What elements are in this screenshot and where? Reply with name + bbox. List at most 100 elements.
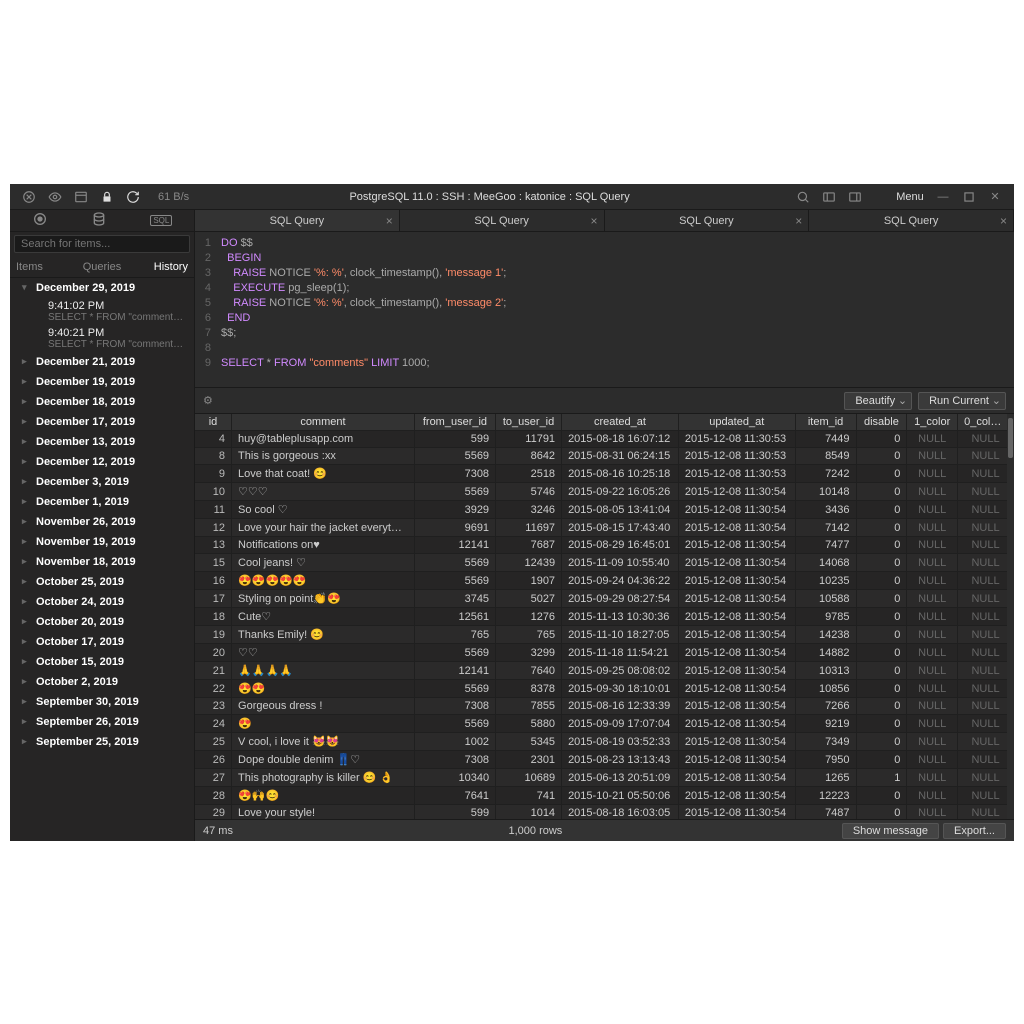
table-cell[interactable]: NULL <box>958 715 1014 733</box>
table-cell[interactable]: 2015-08-23 13:13:43 <box>562 751 679 769</box>
table-cell[interactable]: 2015-12-08 11:30:54 <box>678 644 795 662</box>
table-cell[interactable]: 7449 <box>795 431 856 448</box>
table-cell[interactable]: 5746 <box>496 483 562 501</box>
table-cell[interactable]: Love that coat! 😊 <box>232 465 415 483</box>
menu-label[interactable]: Menu <box>890 184 930 210</box>
table-cell[interactable]: 7855 <box>496 698 562 715</box>
table-cell[interactable]: 3299 <box>496 644 562 662</box>
table-cell[interactable]: 22 <box>195 680 232 698</box>
table-cell[interactable]: 1002 <box>414 733 495 751</box>
eye-icon[interactable] <box>42 184 68 210</box>
table-cell[interactable]: NULL <box>958 608 1014 626</box>
table-cell[interactable]: NULL <box>907 537 958 554</box>
lock-icon[interactable] <box>94 184 120 210</box>
table-cell[interactable]: NULL <box>907 554 958 572</box>
table-cell[interactable]: 2015-08-16 12:33:39 <box>562 698 679 715</box>
table-row[interactable]: 20♡♡556932992015-11-18 11:54:212015-12-0… <box>195 644 1014 662</box>
history-day[interactable]: October 20, 2019 <box>10 612 194 632</box>
panel-right-icon[interactable] <box>842 184 868 210</box>
history-day[interactable]: December 1, 2019 <box>10 492 194 512</box>
table-cell[interactable]: 13 <box>195 537 232 554</box>
layout-icon[interactable] <box>68 184 94 210</box>
table-cell[interactable]: 🙏🙏🙏🙏 <box>232 662 415 680</box>
column-header[interactable]: comment <box>232 414 415 431</box>
table-cell[interactable]: 9691 <box>414 519 495 537</box>
table-cell[interactable]: ♡♡ <box>232 644 415 662</box>
column-header[interactable]: id <box>195 414 232 431</box>
table-cell[interactable]: 21 <box>195 662 232 680</box>
history-day[interactable]: December 19, 2019 <box>10 372 194 392</box>
table-cell[interactable]: This is gorgeous :xx <box>232 448 415 465</box>
close-tab-icon[interactable]: × <box>590 214 597 228</box>
table-row[interactable]: 15Cool jeans! ♡5569124392015-11-09 10:55… <box>195 554 1014 572</box>
table-cell[interactable]: Dope double denim 👖♡ <box>232 751 415 769</box>
table-cell[interactable]: 😍🙌😊 <box>232 787 415 805</box>
table-cell[interactable]: 19 <box>195 626 232 644</box>
table-cell[interactable]: Styling on point👏😍 <box>232 590 415 608</box>
table-cell[interactable]: 0 <box>856 644 907 662</box>
table-cell[interactable]: 5569 <box>414 680 495 698</box>
table-cell[interactable]: 😍😍 <box>232 680 415 698</box>
table-cell[interactable]: 7308 <box>414 465 495 483</box>
query-tab[interactable]: SQL Query× <box>809 210 1014 231</box>
table-cell[interactable]: 5569 <box>414 554 495 572</box>
table-cell[interactable]: NULL <box>907 805 958 820</box>
history-day[interactable]: October 2, 2019 <box>10 672 194 692</box>
history-item[interactable]: 9:40:21 PMSELECT * FROM "comments" LIMIT <box>10 325 194 352</box>
table-cell[interactable]: huy@tableplusapp.com <box>232 431 415 448</box>
table-cell[interactable]: NULL <box>958 644 1014 662</box>
table-row[interactable]: 10♡♡♡556957462015-09-22 16:05:262015-12-… <box>195 483 1014 501</box>
table-cell[interactable]: NULL <box>958 572 1014 590</box>
table-cell[interactable]: 12141 <box>414 662 495 680</box>
table-cell[interactable]: NULL <box>907 626 958 644</box>
table-cell[interactable]: 2015-11-10 18:27:05 <box>562 626 679 644</box>
table-cell[interactable]: 😍 <box>232 715 415 733</box>
sql-icon[interactable]: SQL <box>150 215 172 226</box>
table-cell[interactable]: 0 <box>856 448 907 465</box>
table-cell[interactable]: 2301 <box>496 751 562 769</box>
table-cell[interactable]: 2015-09-09 17:07:04 <box>562 715 679 733</box>
table-cell[interactable]: 10148 <box>795 483 856 501</box>
table-cell[interactable]: NULL <box>907 483 958 501</box>
table-cell[interactable]: 2015-08-05 13:41:04 <box>562 501 679 519</box>
table-cell[interactable]: NULL <box>907 465 958 483</box>
table-cell[interactable]: 5569 <box>414 448 495 465</box>
table-cell[interactable]: 0 <box>856 751 907 769</box>
table-cell[interactable]: This photography is killer 😊 👌 <box>232 769 415 787</box>
query-tab[interactable]: SQL Query× <box>400 210 605 231</box>
table-cell[interactable]: 17 <box>195 590 232 608</box>
table-cell[interactable]: 5569 <box>414 715 495 733</box>
table-cell[interactable]: 5569 <box>414 572 495 590</box>
table-cell[interactable]: V cool, i love it 😻😻 <box>232 733 415 751</box>
table-row[interactable]: 29Love your style!59910142015-08-18 16:0… <box>195 805 1014 820</box>
table-cell[interactable]: 24 <box>195 715 232 733</box>
table-cell[interactable]: Thanks Emily! 😊 <box>232 626 415 644</box>
table-cell[interactable]: 2015-12-08 11:30:54 <box>678 698 795 715</box>
table-cell[interactable]: NULL <box>907 572 958 590</box>
table-row[interactable]: 16😍😍😍😍😍556919072015-09-24 04:36:222015-1… <box>195 572 1014 590</box>
history-day[interactable]: December 17, 2019 <box>10 412 194 432</box>
table-cell[interactable]: 7142 <box>795 519 856 537</box>
table-cell[interactable]: NULL <box>958 519 1014 537</box>
table-cell[interactable]: 5345 <box>496 733 562 751</box>
table-cell[interactable]: NULL <box>907 644 958 662</box>
table-cell[interactable]: 27 <box>195 769 232 787</box>
table-cell[interactable]: 2015-10-21 05:50:06 <box>562 787 679 805</box>
table-cell[interactable]: 10689 <box>496 769 562 787</box>
table-row[interactable]: 27This photography is killer 😊 👌10340106… <box>195 769 1014 787</box>
table-cell[interactable]: 2015-12-08 11:30:54 <box>678 554 795 572</box>
table-cell[interactable]: 0 <box>856 715 907 733</box>
sidebar-dot-icon[interactable] <box>32 211 48 230</box>
table-cell[interactable]: NULL <box>958 733 1014 751</box>
table-cell[interactable]: 14882 <box>795 644 856 662</box>
table-cell[interactable]: 2015-08-29 16:45:01 <box>562 537 679 554</box>
table-cell[interactable]: 599 <box>414 431 495 448</box>
table-cell[interactable]: NULL <box>907 787 958 805</box>
history-day[interactable]: October 15, 2019 <box>10 652 194 672</box>
table-cell[interactable]: 0 <box>856 662 907 680</box>
table-cell[interactable]: 9 <box>195 465 232 483</box>
query-tab[interactable]: SQL Query× <box>195 210 400 231</box>
table-cell[interactable]: 10313 <box>795 662 856 680</box>
table-cell[interactable]: 2015-12-08 11:30:54 <box>678 769 795 787</box>
table-cell[interactable]: 2015-12-08 11:30:54 <box>678 501 795 519</box>
